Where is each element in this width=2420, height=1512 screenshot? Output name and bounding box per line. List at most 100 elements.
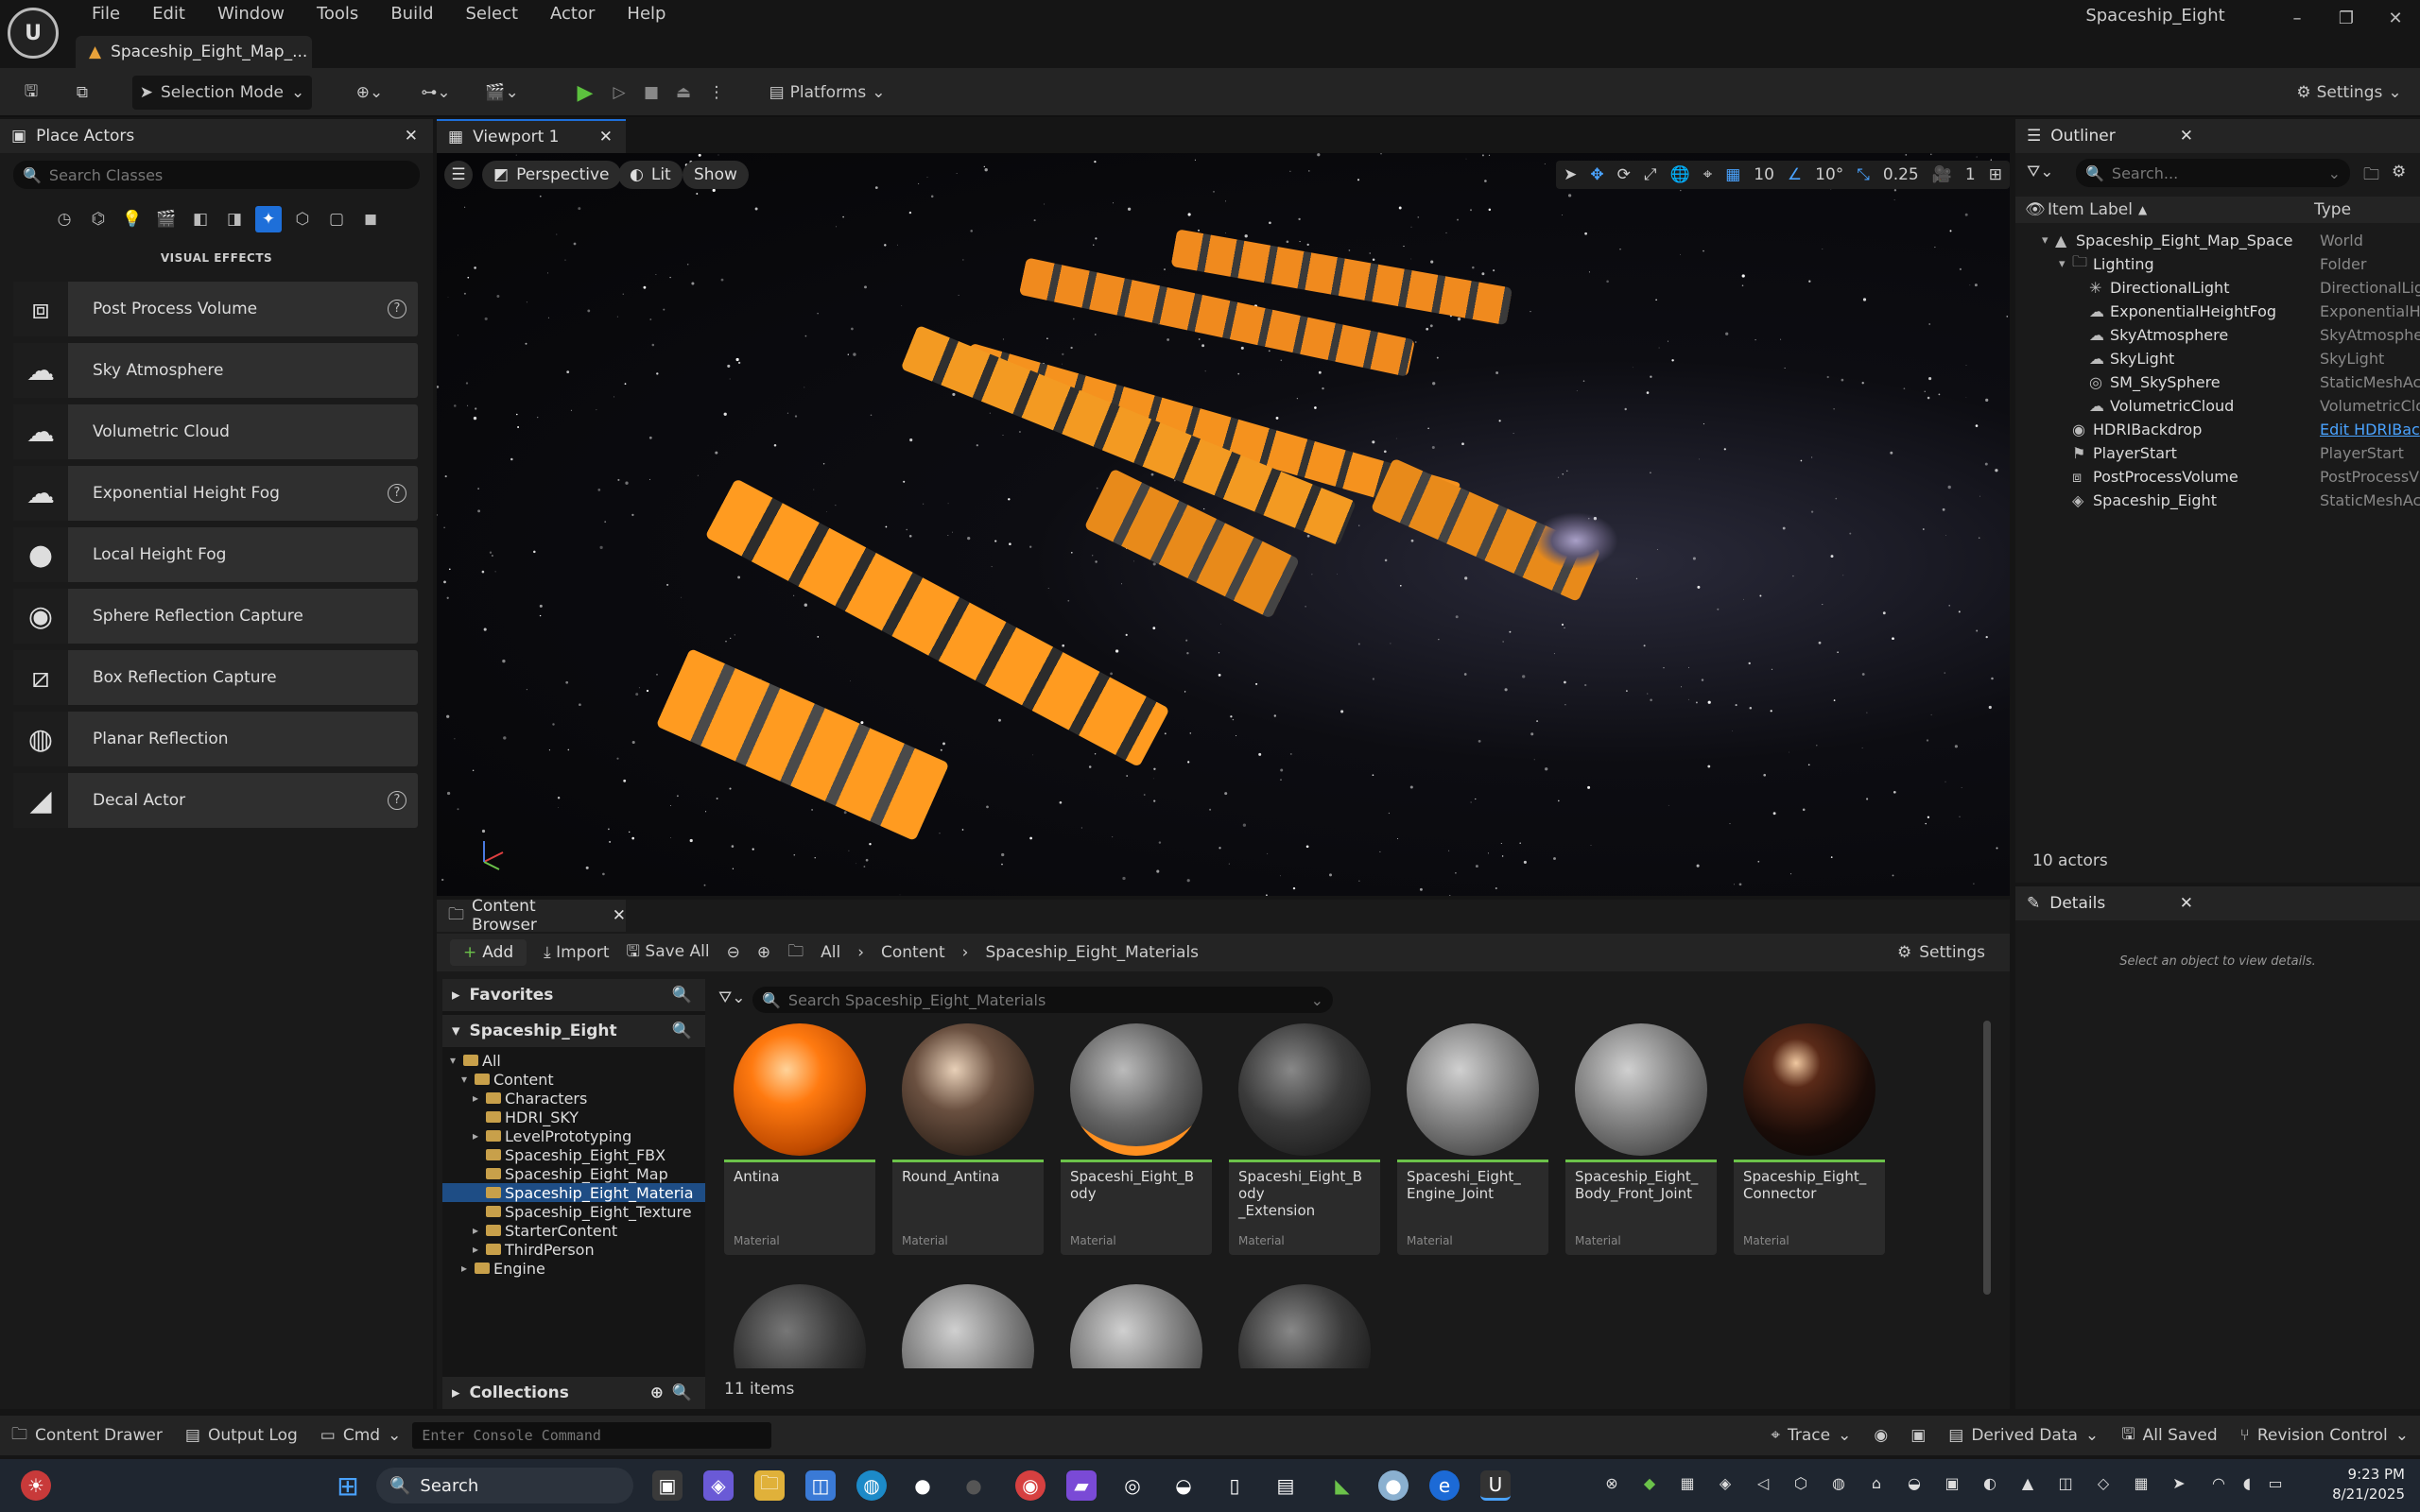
record-icon[interactable]: ◉ xyxy=(1862,1426,1899,1445)
clock[interactable]: 9:23 PM 8/21/2025 xyxy=(2332,1465,2405,1504)
search-icon[interactable]: 🔍 xyxy=(672,1383,692,1402)
search-classes-input[interactable]: 🔍 Search Classes xyxy=(13,161,420,189)
screenshot-icon[interactable]: ▣ xyxy=(1899,1426,1937,1445)
viewport-menu-icon[interactable]: ☰ xyxy=(444,161,473,189)
blueprint-icon[interactable]: ⊶⌄ xyxy=(412,76,459,110)
search-icon[interactable]: 🔍 xyxy=(672,986,692,1005)
outliner-item-type[interactable]: Edit HDRIBac xyxy=(2320,421,2420,438)
actor-item[interactable]: ● Local Height Fog xyxy=(13,527,418,582)
cinematic-icon[interactable]: 🎬 xyxy=(153,206,180,232)
asset-tile[interactable]: Spaceship_Eight_ Body_Front_Joint Materia… xyxy=(1565,1019,1717,1255)
task-view-icon[interactable]: ▣ xyxy=(652,1470,683,1501)
rotation-snap-icon[interactable]: ∠ xyxy=(1788,165,1802,184)
close-tab-icon[interactable]: ✕ xyxy=(613,906,626,925)
menu-file[interactable]: File xyxy=(76,0,136,28)
level-viewport[interactable]: ☰ ◩ Perspective ◐ Lit Show ➤ ✥ ⟳ ⤢ 🌐 ⌖ ▦… xyxy=(437,153,2010,896)
close-window-icon[interactable]: ✕ xyxy=(2371,0,2420,38)
app-icon[interactable]: ▯ xyxy=(1219,1470,1250,1501)
app-icon[interactable]: ◎ xyxy=(1117,1470,1148,1501)
menu-select[interactable]: Select xyxy=(450,0,535,28)
scale-snap-value[interactable]: 0.25 xyxy=(1883,165,1919,184)
visibility-icon[interactable]: 👁 xyxy=(2025,200,2046,219)
level-tab[interactable]: ▲ Spaceship_Eight_Map_... xyxy=(76,36,312,68)
asset-tile[interactable] xyxy=(892,1280,1044,1368)
asset-tile[interactable]: Spaceshi_Eight_Body _Extension Material xyxy=(1229,1019,1380,1255)
perspective-button[interactable]: ◩ Perspective xyxy=(482,161,621,189)
outliner-row[interactable]: ☁ ExponentialHeightFog ExponentialH xyxy=(2015,300,2420,323)
restore-icon[interactable]: ❐ xyxy=(2322,0,2371,38)
search-icon[interactable]: 🔍 xyxy=(672,1022,692,1040)
close-tab-icon[interactable]: ✕ xyxy=(2180,894,2193,913)
stop-icon[interactable]: ■ xyxy=(637,76,666,110)
viewport-tab[interactable]: ▦ Viewport 1 ✕ xyxy=(437,119,626,153)
nvidia-icon[interactable]: ◣ xyxy=(1327,1470,1357,1501)
folder-tree-item[interactable]: ▸ LevelPrototyping xyxy=(442,1126,705,1145)
tray-icon[interactable]: ▲ xyxy=(2017,1474,2038,1495)
gear-icon[interactable]: ⚙ xyxy=(2392,163,2406,181)
breadcrumb-content[interactable]: Content xyxy=(881,943,945,962)
menu-build[interactable]: Build xyxy=(374,0,449,28)
grid-snap-value[interactable]: 10 xyxy=(1754,165,1774,184)
cinematics-icon[interactable]: 🎬⌄ xyxy=(478,76,526,110)
tray-icon[interactable]: ◐ xyxy=(1979,1474,2000,1495)
scale-tool-icon[interactable]: ⤢ xyxy=(1644,165,1657,184)
step-icon[interactable]: ▷ xyxy=(605,76,633,110)
help-icon[interactable]: ? xyxy=(388,484,406,503)
revision-control-button[interactable]: ⑂ Revision Control ⌄ xyxy=(2229,1426,2420,1445)
app-icon[interactable]: ▤ xyxy=(1270,1470,1301,1501)
import-button[interactable]: ⤓ Import xyxy=(544,943,609,962)
menu-actor[interactable]: Actor xyxy=(534,0,611,28)
output-log-button[interactable]: ▤ Output Log xyxy=(174,1426,309,1445)
taskbar-search[interactable]: 🔍 Search xyxy=(376,1468,633,1503)
outliner-row[interactable]: ☁ SkyLight SkyLight xyxy=(2015,347,2420,370)
tray-icon[interactable]: ▦ xyxy=(1677,1474,1698,1495)
send-icon[interactable]: ➤ xyxy=(2169,1474,2189,1495)
folder-tree-item[interactable]: ▸ Engine xyxy=(442,1259,705,1278)
eject-icon[interactable]: ⏏ xyxy=(669,76,698,110)
details-tab[interactable]: ✎ Details ✕ xyxy=(2015,886,2420,920)
breadcrumb-materials[interactable]: Spaceship_Eight_Materials xyxy=(985,943,1199,962)
outliner-row[interactable]: ◎ SM_SkySphere StaticMeshAc xyxy=(2015,370,2420,394)
recent-icon[interactable]: ◷ xyxy=(51,206,78,232)
battery-icon[interactable]: ▭ xyxy=(2265,1474,2286,1495)
folder-tree-item[interactable]: ▾ Content xyxy=(442,1070,705,1089)
tray-icon[interactable]: ⌂ xyxy=(1866,1474,1887,1495)
app-icon[interactable]: ▰ xyxy=(1066,1470,1097,1501)
collections-section[interactable]: ▸ Collections ⊕ 🔍 xyxy=(442,1377,705,1409)
settings-button[interactable]: ⚙ Settings ⌄ xyxy=(2288,76,2411,110)
all-classes-icon[interactable]: ▢ xyxy=(323,206,350,232)
volume-icon[interactable]: ◖ xyxy=(2237,1474,2257,1495)
history-forward-icon[interactable]: ⊕ xyxy=(757,943,770,962)
asset-tile[interactable] xyxy=(724,1280,875,1368)
unreal-taskbar-icon[interactable]: U xyxy=(1480,1470,1511,1501)
outliner-row[interactable]: ☁ VolumetricCloud VolumetricClo xyxy=(2015,394,2420,418)
actor-item[interactable]: ☁ Exponential Height Fog? xyxy=(13,466,418,521)
content-icon[interactable]: ⧉ xyxy=(66,76,98,110)
weather-icon[interactable]: ☀ xyxy=(21,1470,51,1501)
content-drawer-button[interactable]: 🗀 Content Drawer xyxy=(0,1422,174,1450)
add-collection-icon[interactable]: ⊕ xyxy=(650,1383,664,1402)
wifi-icon[interactable]: ◠ xyxy=(2208,1474,2229,1495)
help-icon[interactable]: ? xyxy=(388,791,406,810)
project-section[interactable]: ▾ Spaceship_Eight 🔍 xyxy=(442,1015,705,1047)
trace-dropdown[interactable]: ⌖ Trace ⌄ xyxy=(1759,1426,1862,1445)
close-tab-icon[interactable]: ✕ xyxy=(599,128,613,146)
outliner-row[interactable]: ◉ HDRIBackdrop Edit HDRIBac xyxy=(2015,418,2420,441)
all-saved-indicator[interactable]: 🖫 All Saved xyxy=(2110,1422,2228,1450)
camera-speed-value[interactable]: 1 xyxy=(1965,165,1976,184)
minimize-icon[interactable]: – xyxy=(2273,0,2322,38)
tray-icon[interactable]: ◒ xyxy=(1904,1474,1925,1495)
outliner-row[interactable]: ▾ 🗀 Lighting Folder xyxy=(2015,252,2420,276)
unreal-logo-icon[interactable]: U xyxy=(8,8,59,59)
edge-icon[interactable]: e xyxy=(1429,1470,1460,1501)
folder-tree-item[interactable]: ▸ ThirdPerson xyxy=(442,1240,705,1259)
store-icon[interactable]: ◫ xyxy=(805,1470,836,1501)
filter-icon[interactable]: ⛛⌄ xyxy=(718,988,746,1007)
rotate-tool-icon[interactable]: ⟳ xyxy=(1617,165,1631,184)
lit-button[interactable]: ◐ Lit xyxy=(618,161,683,189)
place-actors-tab[interactable]: ▣ Place Actors ✕ xyxy=(0,119,433,153)
actor-item[interactable]: ⧄ Box Reflection Capture xyxy=(13,650,418,705)
save-icon[interactable]: 🖫 xyxy=(17,76,45,110)
tray-icon[interactable]: ⬡ xyxy=(1790,1474,1811,1495)
select-tool-icon[interactable]: ➤ xyxy=(1564,165,1577,184)
